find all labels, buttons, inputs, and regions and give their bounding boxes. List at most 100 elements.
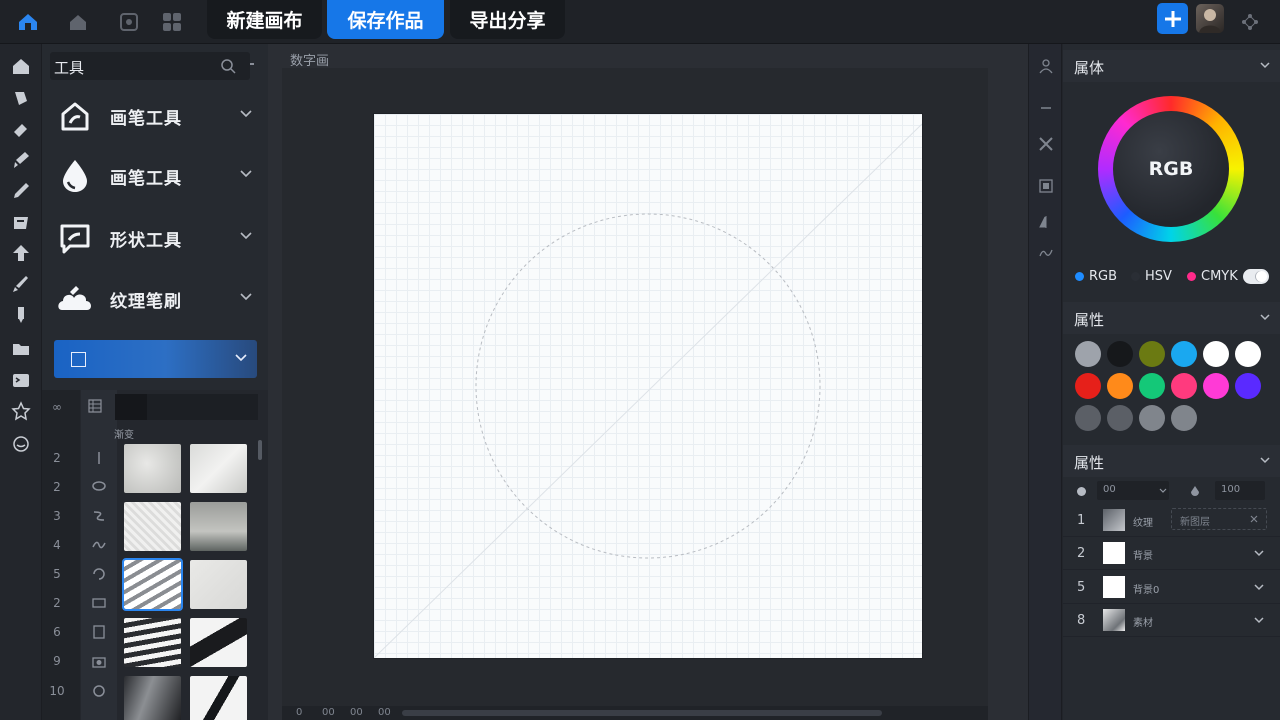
color-swatch[interactable] (1107, 405, 1133, 431)
color-swatch[interactable] (1171, 341, 1197, 367)
shape-select-dropdown[interactable] (54, 340, 257, 378)
terminal-icon[interactable] (11, 370, 31, 390)
refresh-icon[interactable] (91, 683, 107, 699)
smudge-icon[interactable] (11, 274, 31, 294)
flip-icon[interactable] (1038, 214, 1054, 230)
user-avatar[interactable] (1196, 4, 1224, 33)
rotate-icon[interactable] (91, 566, 107, 582)
texture-thumb-stripes[interactable] (124, 618, 181, 667)
tab-new-canvas[interactable]: 新建画布 (207, 0, 322, 39)
texture-thumb-plaster[interactable] (190, 560, 247, 609)
arrow-up-icon[interactable] (11, 243, 31, 263)
home-icon[interactable] (11, 56, 31, 76)
shape-board-icon (54, 217, 96, 259)
color-swatch[interactable] (1107, 341, 1133, 367)
wave-icon[interactable] (91, 537, 107, 553)
artboard[interactable] (374, 114, 922, 658)
layer-row-1[interactable]: 1 纹理 新图层 (1063, 504, 1280, 537)
section-title: 属性 (1074, 311, 1105, 329)
layers-icon[interactable] (11, 212, 31, 232)
curve-icon[interactable] (91, 508, 107, 524)
tool-brush-1[interactable]: 画笔工具 (54, 92, 258, 140)
texture-thumb-waves-selected[interactable] (122, 558, 183, 611)
adjust-icon[interactable] (1038, 244, 1054, 260)
color-swatch[interactable] (1075, 341, 1101, 367)
home-icon[interactable] (14, 8, 42, 36)
color-swatch[interactable] (1075, 373, 1101, 399)
keyboard-icon[interactable] (91, 595, 107, 611)
tab-save-work[interactable]: 保存作品 (327, 0, 444, 39)
color-swatch[interactable] (1139, 373, 1165, 399)
tab-export-share[interactable]: 导出分享 (450, 0, 565, 39)
link-icon[interactable] (1038, 100, 1054, 116)
chevron-down-icon (240, 232, 252, 240)
color-wheel[interactable]: RGB (1098, 96, 1244, 242)
texture-thumb-brush-stroke[interactable] (190, 676, 247, 720)
grid-apps-icon[interactable] (158, 8, 186, 36)
color-swatch[interactable] (1139, 341, 1165, 367)
opacity-input[interactable]: 100 (1215, 481, 1265, 500)
color-swatch[interactable] (1203, 373, 1229, 399)
tool-brush-2[interactable]: 画笔工具 (54, 152, 258, 200)
image-icon[interactable] (115, 8, 143, 36)
horizontal-scrollbar[interactable] (402, 710, 882, 716)
texture-thumb-landscape[interactable] (190, 502, 247, 551)
swatch-section-header[interactable]: 属性 (1063, 302, 1280, 334)
tool-label: 纹理笔刷 (110, 291, 182, 312)
camera-icon[interactable] (91, 653, 107, 669)
panel-menu-icon[interactable] (250, 63, 254, 65)
layer-thumbnail (1103, 609, 1125, 631)
color-swatch[interactable] (1203, 341, 1229, 367)
paint-bucket-icon[interactable] (11, 88, 31, 108)
document-icon[interactable] (91, 624, 107, 640)
color-section-header[interactable]: 属体 (1063, 50, 1280, 82)
color-swatch[interactable] (1235, 373, 1261, 399)
transform-icon[interactable] (1038, 136, 1054, 152)
color-swatch[interactable] (1107, 373, 1133, 399)
layer-row-3[interactable]: 5 背景0 (1063, 571, 1280, 604)
texture-group-label: 渐变 (114, 430, 134, 441)
tool-shape[interactable]: 形状工具 (54, 214, 258, 262)
color-swatch[interactable] (1171, 373, 1197, 399)
color-mode-cmyk[interactable]: CMYK (1187, 269, 1238, 284)
square-icon (71, 352, 86, 367)
texture-thumb-canvas[interactable] (190, 444, 247, 493)
grid-icon[interactable] (87, 398, 103, 414)
eraser-icon[interactable] (11, 119, 31, 139)
marker-icon[interactable] (11, 305, 31, 325)
pen-icon[interactable] (11, 181, 31, 201)
chevron-down-icon (1254, 584, 1264, 591)
texture-thumb-charcoal[interactable] (124, 676, 181, 720)
close-icon[interactable] (1250, 515, 1258, 523)
color-mode-rgb[interactable]: RGB (1075, 269, 1117, 284)
layer-row-2[interactable]: 2 背景 (1063, 537, 1280, 570)
brush-icon[interactable] (11, 150, 31, 170)
layer-name-field[interactable]: 新图层 (1171, 508, 1267, 530)
color-mode-toggle[interactable] (1243, 269, 1269, 284)
add-button[interactable] (1157, 3, 1188, 34)
color-swatch[interactable] (1075, 405, 1101, 431)
texture-thumb-paper-stain[interactable] (124, 444, 181, 493)
texture-thumb-ink-stroke[interactable] (190, 618, 247, 667)
visibility-dot[interactable] (1077, 487, 1086, 496)
frame-icon[interactable] (1038, 178, 1054, 194)
color-swatch[interactable] (1139, 405, 1165, 431)
tool-texture-brush[interactable]: 纹理笔刷 (54, 275, 258, 323)
star-icon[interactable] (11, 401, 31, 421)
search-icon[interactable] (220, 58, 236, 74)
chat-face-icon[interactable] (11, 434, 31, 454)
color-swatch[interactable] (1171, 405, 1197, 431)
texture-thumb-rough-paper[interactable] (124, 502, 181, 551)
color-mode-hsv[interactable]: HSV (1131, 269, 1172, 284)
home-outline-icon[interactable] (64, 8, 92, 36)
layers-section-header[interactable]: 属性 (1063, 445, 1280, 477)
color-swatch[interactable] (1235, 341, 1261, 367)
share-network-icon[interactable] (1236, 8, 1264, 36)
texture-scrollbar[interactable] (258, 440, 262, 460)
line-icon[interactable] (91, 450, 107, 466)
lasso-icon[interactable] (91, 479, 107, 495)
layer-row-4[interactable]: 8 素材 (1063, 604, 1280, 637)
texture-filter-tab[interactable] (115, 394, 147, 420)
folder-icon[interactable] (11, 338, 31, 358)
user-icon[interactable] (1038, 58, 1054, 74)
